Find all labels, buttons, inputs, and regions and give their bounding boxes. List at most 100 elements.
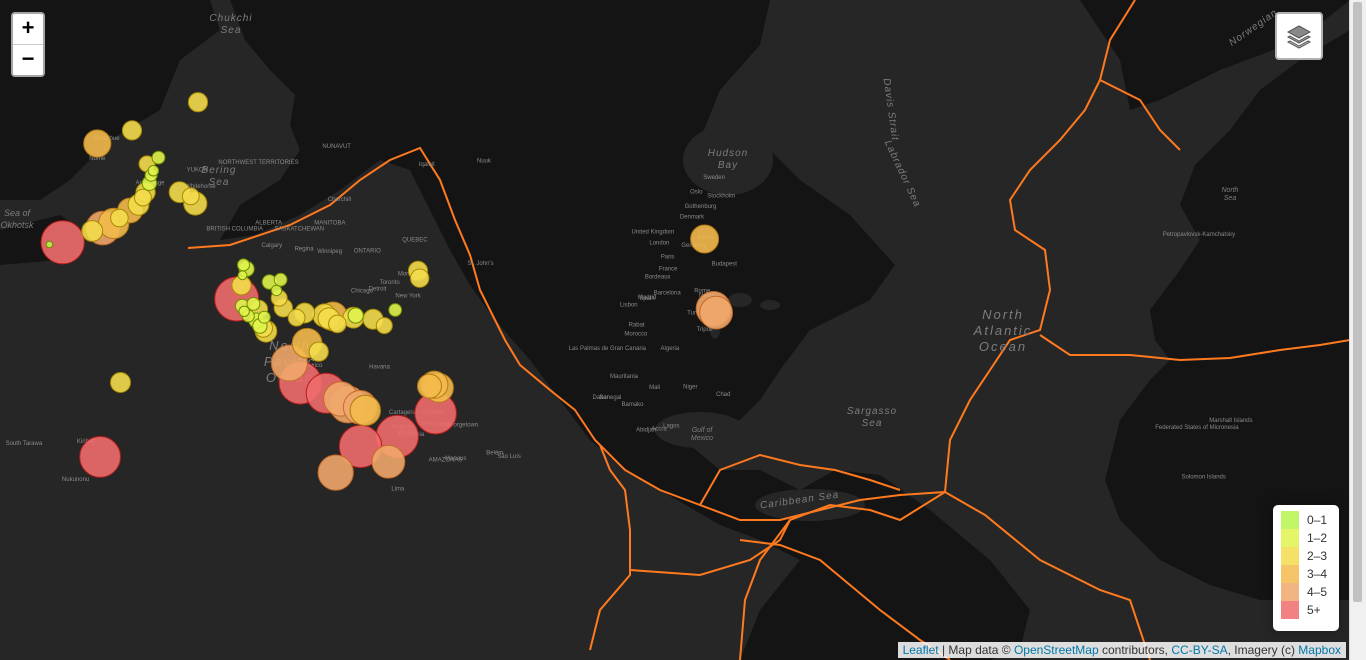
place-label: Bamako xyxy=(621,402,644,408)
attribution: Leaflet | Map data © OpenStreetMap contr… xyxy=(897,642,1346,658)
earthquake-marker[interactable] xyxy=(690,224,720,254)
legend-swatch xyxy=(1281,565,1299,583)
place-label: Dakar xyxy=(592,395,608,401)
place-label: NORTHWEST TERRITORIES xyxy=(218,160,298,166)
license-link[interactable]: CC-BY-SA xyxy=(1171,643,1227,657)
legend-item: 2–3 xyxy=(1281,547,1331,565)
place-label: Denmark xyxy=(680,215,705,221)
earthquake-marker[interactable] xyxy=(79,436,121,478)
earthquake-marker[interactable] xyxy=(349,394,381,427)
legend-swatch xyxy=(1281,529,1299,547)
place-label: Cartagena xyxy=(389,410,418,416)
zoom-in-button[interactable]: + xyxy=(13,14,43,44)
mapbox-link[interactable]: Mapbox xyxy=(1298,643,1341,657)
place-label: London xyxy=(649,241,669,247)
place-label: France xyxy=(659,266,678,272)
sea-label: Chukchi xyxy=(209,13,252,24)
earthquake-marker[interactable] xyxy=(273,272,288,287)
place-label: Madrid xyxy=(638,295,656,301)
vertical-scrollbar[interactable] xyxy=(1349,0,1366,660)
sea-label: Labrador Sea xyxy=(882,139,923,209)
earthquake-marker[interactable] xyxy=(371,444,406,479)
ocean-label: Ocean xyxy=(979,339,1027,354)
sea-label: Sea xyxy=(1224,195,1237,202)
place-label: Calgary xyxy=(261,243,282,249)
earthquake-marker[interactable] xyxy=(410,268,430,288)
place-label: Lima xyxy=(391,487,405,493)
earthquake-marker[interactable] xyxy=(83,129,112,158)
earthquake-marker[interactable] xyxy=(81,220,104,242)
place-label: Mauritania xyxy=(610,374,639,380)
place-label: BRITISH COLUMBIA xyxy=(206,226,263,232)
earthquake-marker[interactable] xyxy=(417,373,442,399)
earthquake-marker[interactable] xyxy=(110,372,131,393)
map[interactable]: North Pacific Ocean North Atlantic Ocean… xyxy=(0,0,1350,660)
earthquake-marker[interactable] xyxy=(45,240,54,249)
place-label: Gothenburg xyxy=(685,204,717,210)
place-label: Chad xyxy=(716,392,730,398)
earthquake-marker[interactable] xyxy=(287,308,306,327)
place-label: SASKATCHEWAN xyxy=(274,226,324,232)
legend-label: 4–5 xyxy=(1307,585,1328,599)
place-label: Iqaluit xyxy=(419,162,435,168)
earthquake-marker[interactable] xyxy=(110,208,129,228)
openstreetmap-link[interactable]: OpenStreetMap xyxy=(1014,643,1099,657)
place-label: South Tarawa xyxy=(6,441,43,447)
earthquake-marker[interactable] xyxy=(187,92,209,113)
earthquake-marker[interactable] xyxy=(388,303,403,317)
legend-swatch xyxy=(1281,511,1299,529)
sea-label: Davis Strait xyxy=(881,78,901,142)
legend-swatch xyxy=(1281,583,1299,601)
earthquake-marker[interactable] xyxy=(347,307,364,324)
place-label: Barcelona xyxy=(654,291,682,297)
place-label: Nuuk xyxy=(477,158,492,164)
earthquake-marker[interactable] xyxy=(121,120,143,141)
earthquake-marker[interactable] xyxy=(257,310,271,324)
earthquake-marker[interactable] xyxy=(147,165,160,177)
place-label: Toronto xyxy=(380,280,401,286)
earthquake-marker[interactable] xyxy=(328,314,347,334)
ocean-label: Atlantic xyxy=(973,323,1033,338)
place-label: Winnipeg xyxy=(317,249,342,255)
place-label: YUKON xyxy=(187,168,208,174)
place-label: Federated States of Micronesia xyxy=(1155,425,1239,431)
zoom-out-button[interactable]: − xyxy=(13,44,43,75)
legend-item: 1–2 xyxy=(1281,529,1331,547)
earthquake-marker[interactable] xyxy=(317,454,354,491)
scrollbar-thumb[interactable] xyxy=(1353,2,1362,602)
earthquake-marker[interactable] xyxy=(375,317,393,335)
place-label: St. John's xyxy=(467,261,493,267)
place-label: QUEBEC xyxy=(402,238,428,244)
place-label: Petropavlovsk-Kamchatsky xyxy=(1163,232,1235,238)
layers-control-button[interactable] xyxy=(1275,12,1323,60)
lake xyxy=(760,300,780,310)
earthquake-marker[interactable] xyxy=(238,305,250,317)
place-label: Lisbon xyxy=(620,303,638,309)
leaflet-link[interactable]: Leaflet xyxy=(903,643,939,657)
earthquake-marker[interactable] xyxy=(270,284,283,297)
map-canvas[interactable]: North Pacific Ocean North Atlantic Ocean… xyxy=(0,0,1350,660)
earthquake-marker[interactable] xyxy=(699,295,733,330)
place-label: Oslo xyxy=(690,190,703,196)
legend-item: 3–4 xyxy=(1281,565,1331,583)
earthquake-marker[interactable] xyxy=(237,270,248,281)
legend-label: 5+ xyxy=(1307,603,1321,617)
place-label: Regina xyxy=(295,246,315,252)
legend-label: 0–1 xyxy=(1307,513,1328,527)
earthquake-marker[interactable] xyxy=(308,341,329,362)
sea-label: Hudson xyxy=(708,148,748,159)
legend-label: 3–4 xyxy=(1307,567,1328,581)
layers-icon xyxy=(1286,25,1312,49)
place-label: Rabat xyxy=(629,322,645,328)
earthquake-marker[interactable] xyxy=(237,258,250,272)
place-label: Niger xyxy=(683,385,697,391)
place-label: Nukunonu xyxy=(62,477,89,483)
earthquake-marker[interactable] xyxy=(151,150,166,165)
earthquake-marker[interactable] xyxy=(134,188,152,207)
zoom-control: + − xyxy=(11,12,45,77)
legend-item: 4–5 xyxy=(1281,583,1331,601)
place-label: Bordeaux xyxy=(645,275,671,281)
sea-label: Bay xyxy=(718,160,738,171)
earthquake-marker[interactable] xyxy=(181,187,200,206)
place-label: NUNAVUT xyxy=(322,144,351,150)
